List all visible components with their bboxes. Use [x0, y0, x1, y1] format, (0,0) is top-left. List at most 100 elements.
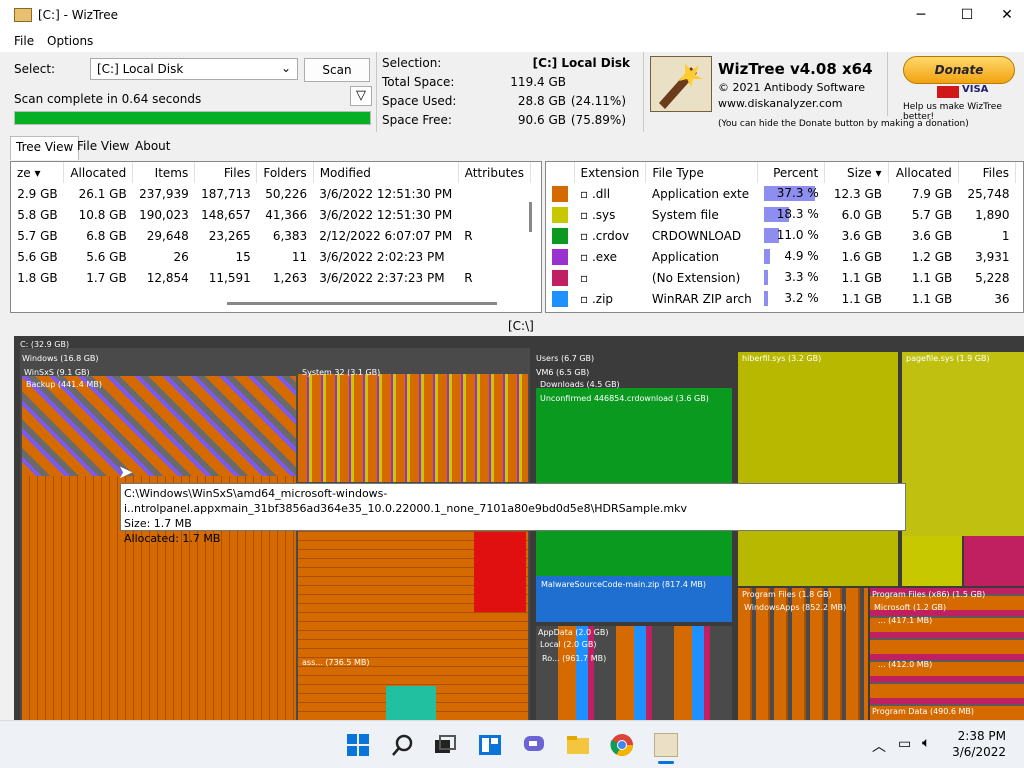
- percent-bar: 4.9 %: [763, 249, 819, 264]
- chat-icon[interactable]: [522, 733, 546, 757]
- vertical-scrollbar[interactable]: [529, 202, 532, 232]
- extension-label: .crdov: [591, 228, 630, 243]
- mouse-cursor-icon: ➤: [118, 462, 134, 483]
- table-cell: 187,713: [201, 186, 251, 201]
- clock-date[interactable]: 3/6/2022: [950, 745, 1006, 759]
- list-item[interactable]: ▫ .zip WinRAR ZIP arch 3.2 % 1.1 GB 1.1 GB 36: [546, 288, 1016, 309]
- divider: [376, 52, 377, 132]
- maximize-button[interactable]: ☐: [944, 0, 990, 32]
- column-header-size[interactable]: Size ▾: [824, 162, 889, 183]
- table-cell: 6.8 GB: [86, 228, 127, 243]
- minimize-button[interactable]: ─: [898, 0, 944, 32]
- table-row[interactable]: 5.6 GB 5.6 GB 26 15 11 3/6/2022 2:02:23 PM: [11, 246, 531, 267]
- task-view-icon[interactable]: [433, 733, 457, 757]
- close-button[interactable]: ✕: [990, 0, 1024, 32]
- file-type: Application exte: [651, 186, 750, 201]
- color-swatch-box: [552, 206, 568, 223]
- column-header-files[interactable]: Files: [958, 162, 1017, 183]
- start-icon[interactable]: [346, 733, 370, 757]
- table-cell: 3/6/2022 12:51:30 PM: [319, 186, 453, 201]
- column-header-extension[interactable]: Extension: [574, 162, 647, 183]
- percent-label: 11.0 %: [776, 228, 819, 242]
- column-header-files[interactable]: Files: [194, 162, 258, 183]
- tree-view-panel: ze ▾ Allocated Items Files Folders Modif…: [10, 161, 542, 313]
- table-row[interactable]: 1.8 GB 1.7 GB 12,854 11,591 1,263 3/6/2022 2:…: [11, 267, 531, 288]
- allocated: 1.1 GB: [911, 270, 953, 285]
- table-cell: 5.7 GB: [17, 228, 58, 243]
- treemap-block-backup[interactable]: [22, 376, 296, 476]
- chrome-icon[interactable]: [610, 733, 634, 757]
- treemap-label: Unconfirmed 446854.crdownload (3.6 GB): [540, 394, 709, 403]
- tree-header-row: ze ▾ Allocated Items Files Folders Modif…: [11, 162, 532, 183]
- menu-options[interactable]: Options: [47, 34, 93, 48]
- clock-time[interactable]: 2:38 PM: [950, 729, 1006, 743]
- tooltip-size: Size: 1.7 MB: [124, 517, 192, 530]
- column-header-file-type[interactable]: File Type: [645, 162, 759, 183]
- color-swatch-box: [552, 290, 568, 307]
- percent-bar: 3.3 %: [763, 270, 819, 285]
- file-type: Application: [651, 249, 719, 264]
- list-item[interactable]: ▫ .exe Application 4.9 % 1.6 GB 1.2 GB 3,931: [546, 246, 1016, 267]
- treemap-block-teal[interactable]: [386, 686, 436, 720]
- column-header-modified[interactable]: Modified: [313, 162, 459, 183]
- divider: [643, 52, 644, 132]
- tab-tree-view[interactable]: Tree View: [10, 136, 80, 160]
- scan-button[interactable]: Scan: [304, 58, 370, 82]
- donate-button[interactable]: Donate: [903, 56, 1015, 84]
- tab-about[interactable]: About: [130, 136, 175, 158]
- column-header-size[interactable]: ze ▾: [11, 162, 65, 183]
- percent-bar: 11.0 %: [763, 228, 819, 243]
- selection-label: Selection:: [382, 56, 442, 70]
- file-type: System file: [651, 207, 719, 222]
- volume-icon[interactable]: 🔈︎: [922, 735, 930, 751]
- ext-header-row: Extension File Type Percent Size ▾ Alloc…: [546, 162, 1017, 183]
- horizontal-scrollbar[interactable]: [227, 302, 497, 305]
- treemap-block-magenta[interactable]: [964, 536, 1024, 586]
- table-cell: 29,648: [146, 228, 189, 243]
- widgets-icon[interactable]: [478, 733, 502, 757]
- treemap-label: ... (417.1 MB): [878, 616, 933, 625]
- column-header-color[interactable]: [546, 162, 575, 183]
- table-row[interactable]: 5.8 GB 10.8 GB 190,023 148,657 41,366 3/6/202…: [11, 204, 531, 225]
- menu-file[interactable]: File: [14, 34, 34, 48]
- allocated: 1.1 GB: [911, 291, 953, 306]
- column-header-items[interactable]: Items: [132, 162, 196, 183]
- treemap-block-pagefile[interactable]: [902, 352, 1024, 536]
- treemap-block-hiberfil[interactable]: [738, 352, 898, 586]
- table-cell: 15: [235, 249, 251, 264]
- list-item[interactable]: ▫ (No Extension) 3.3 % 1.1 GB 1.1 GB 5,228: [546, 267, 1016, 288]
- treemap-block-yellow[interactable]: [902, 536, 962, 586]
- list-item[interactable]: ▫ .dll Application exte 37.3 % 12.3 GB 7.9 G…: [546, 183, 1016, 204]
- table-cell: 23,265: [208, 228, 251, 243]
- website-link[interactable]: www.diskanalyzer.com: [718, 97, 843, 110]
- allocated: 7.9 GB: [911, 186, 953, 201]
- total-space-label: Total Space:: [382, 75, 455, 89]
- space-free-value: 90.6 GB: [517, 113, 566, 127]
- treemap-label: System 32 (3.1 GB): [302, 368, 381, 377]
- drive-select[interactable]: [C:] Local Disk ⌄: [90, 58, 298, 80]
- table-cell: R: [464, 270, 473, 285]
- tab-file-view[interactable]: File View: [72, 136, 134, 158]
- search-icon[interactable]: [391, 733, 415, 757]
- column-header-allocated[interactable]: Allocated: [63, 162, 134, 183]
- table-row[interactable]: 2.9 GB 26.1 GB 237,939 187,713 50,226 3/6/202…: [11, 183, 531, 204]
- table-row[interactable]: 5.7 GB 6.8 GB 29,648 23,265 6,383 2/12/2022 6…: [11, 225, 531, 246]
- column-header-folders[interactable]: Folders: [256, 162, 314, 183]
- column-header-percent[interactable]: Percent: [757, 162, 826, 183]
- table-cell: 3/6/2022 2:37:23 PM: [319, 270, 445, 285]
- treemap-label: ass... (736.5 MB): [302, 658, 370, 667]
- table-cell: 1.7 GB: [86, 270, 127, 285]
- filter-icon[interactable]: ▽: [350, 86, 372, 106]
- column-header-attributes[interactable]: Attributes: [458, 162, 532, 183]
- file-icon: ▫ .exe: [580, 249, 618, 264]
- network-icon[interactable]: ▭: [898, 736, 911, 752]
- treemap-block-system32[interactable]: [298, 374, 528, 482]
- treemap-label: Downloads (4.5 GB): [540, 380, 620, 389]
- column-header-allocated[interactable]: Allocated: [888, 162, 959, 183]
- list-item[interactable]: ▫ .crdov CRDOWNLOAD 11.0 % 3.6 GB 3.6 GB 1: [546, 225, 1016, 246]
- list-item[interactable]: ▫ .sys System file 18.3 % 6.0 GB 5.7 GB 1,890: [546, 204, 1016, 225]
- extension-table: Extension File Type Percent Size ▾ Alloc…: [546, 162, 1017, 309]
- wiztree-taskbar-icon[interactable]: [654, 733, 678, 757]
- file-explorer-icon[interactable]: [566, 733, 590, 757]
- chevron-up-icon[interactable]: ︿: [872, 736, 886, 756]
